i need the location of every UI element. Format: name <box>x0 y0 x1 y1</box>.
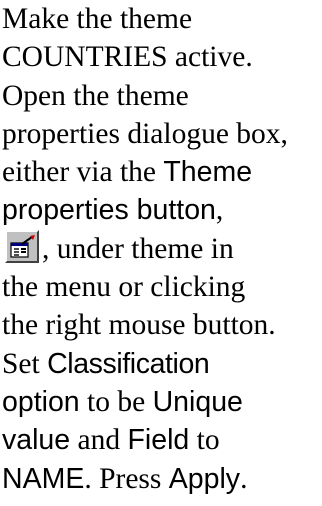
line-8: the menu or clicking <box>2 268 320 306</box>
text-menu-clicking: the menu or clicking <box>2 271 246 304</box>
ui-term-unique: Unique <box>152 385 243 418</box>
ui-term-value: value <box>2 424 71 457</box>
line-11: option to be Unique <box>2 383 320 421</box>
text-to: to <box>189 424 220 457</box>
line-13: NAME. Press Apply. <box>2 460 320 498</box>
line-7: , under theme in <box>2 229 320 268</box>
ui-term-properties-button: properties button <box>2 194 216 227</box>
text-countries-active: COUNTRIES active. <box>2 41 253 74</box>
line-6: properties button, <box>2 191 320 229</box>
text-either-via: either via the <box>2 156 164 189</box>
ui-term-option: option <box>2 385 80 418</box>
line-3: Open the theme <box>2 77 320 115</box>
ui-term-classification: Classification <box>47 347 210 380</box>
text-make-theme: Make the theme <box>2 3 193 35</box>
ui-term-field: Field <box>127 424 190 457</box>
ui-term-name: NAME <box>2 462 85 495</box>
text-and: and <box>70 424 128 457</box>
text-period: . <box>240 462 248 495</box>
ui-term-theme: Theme <box>163 156 253 189</box>
text-set: Set <box>2 347 48 380</box>
instruction-paragraph: Make the theme COUNTRIES active. Open th… <box>2 0 320 498</box>
line-10: Set Classification <box>2 345 320 383</box>
line-9: the right mouse button. <box>2 306 320 344</box>
text-right-mouse: the right mouse button. <box>2 309 276 342</box>
line-1: Make the theme <box>2 0 320 38</box>
line-12: value and Field to <box>2 421 320 459</box>
text-press: . Press <box>84 462 169 495</box>
theme-properties-button[interactable] <box>5 229 39 263</box>
theme-properties-icon <box>10 234 35 258</box>
text-properties-dialogue: properties dialogue box, <box>2 117 288 150</box>
line-2: COUNTRIES active. <box>2 38 320 76</box>
ui-term-apply: Apply <box>168 462 241 495</box>
text-under-theme: , under theme in <box>42 232 234 265</box>
text-open-theme: Open the theme <box>2 79 189 112</box>
text-comma: , <box>215 194 224 227</box>
line-4: properties dialogue box, <box>2 115 320 153</box>
text-to-be: to be <box>79 385 153 418</box>
line-5: either via the Theme <box>2 153 320 191</box>
